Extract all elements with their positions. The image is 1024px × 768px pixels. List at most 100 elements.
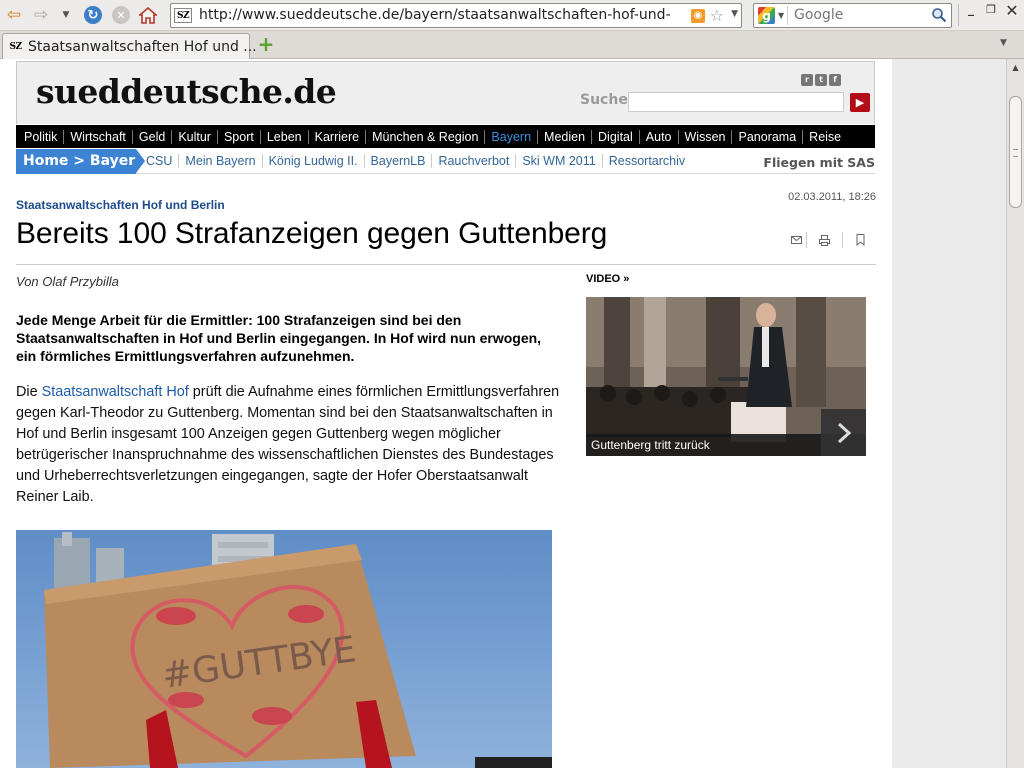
url-text[interactable]: http://www.sueddeutsche.de/bayern/staats… [199, 7, 671, 23]
nav-item[interactable]: Wissen [679, 129, 733, 144]
print-button[interactable] [806, 232, 842, 248]
subnav-link[interactable]: Ressortarchiv [601, 154, 691, 168]
main-navigation: Politik Wirtschaft Geld Kultur Sport Leben Kar… [16, 125, 875, 148]
chevron-down-icon[interactable]: ▼ [731, 9, 738, 19]
scrollbar-thumb[interactable] [1009, 96, 1022, 208]
back-button[interactable]: ⇦ [3, 5, 25, 25]
minimize-button[interactable]: _ [963, 2, 979, 22]
stop-icon: ✕ [112, 6, 130, 24]
new-tab-button[interactable]: + [257, 34, 275, 54]
scroll-up-arrow[interactable]: ▲ [1007, 59, 1024, 76]
page-background-right [892, 59, 1006, 768]
subnav-link[interactable]: Mein Bayern [178, 154, 261, 168]
close-button[interactable]: ✕ [1005, 1, 1019, 21]
byline: Von Olaf Przybilla [16, 274, 119, 289]
rss-icon[interactable]: r [801, 74, 813, 86]
article-lead: Jede Menge Arbeit für die Ermittler: 100… [16, 312, 542, 364]
print-icon [819, 234, 830, 246]
home-icon [139, 6, 157, 24]
tab-active[interactable]: SZ Staatsanwaltschaften Hof und ... [2, 33, 257, 60]
tab-title: Staatsanwaltschaften Hof und ... [28, 39, 257, 55]
plus-icon: + [257, 32, 275, 56]
twitter-icon[interactable]: t [815, 74, 827, 86]
history-dropdown-button[interactable]: ▼ [58, 5, 74, 25]
forward-arrow-icon: ⇨ [33, 4, 49, 25]
article-image[interactable]: #GUTTBYE [16, 530, 552, 768]
video-teaser[interactable]: Guttenberg tritt zurück [586, 297, 866, 456]
reload-button[interactable]: ↻ [82, 5, 104, 25]
play-icon [837, 422, 851, 443]
vertical-scrollbar[interactable]: ▲ [1006, 59, 1024, 768]
reload-icon: ↻ [84, 6, 102, 24]
mail-icon [790, 236, 802, 244]
stop-button[interactable]: ✕ [110, 5, 132, 25]
page-title: Bereits 100 Strafanzeigen gegen Guttenbe… [16, 217, 608, 250]
body-text-rest: prüft die Aufnahme eines förmlichen Ermi… [16, 384, 560, 505]
back-arrow-icon: ⇦ [6, 4, 22, 25]
divider [16, 264, 876, 265]
search-engine-selector[interactable]: g ▼ [756, 6, 788, 25]
site-logo[interactable]: sueddeutsche.de [36, 72, 337, 111]
nav-item[interactable]: Sport [218, 129, 261, 144]
video-section-label[interactable]: VIDEO » [586, 273, 629, 285]
nav-item[interactable]: Leben [261, 129, 309, 144]
nav-item[interactable]: Wirtschaft [64, 129, 133, 144]
browser-search-bar[interactable]: g ▼ [753, 3, 952, 28]
nav-item[interactable]: Bayern [485, 129, 539, 144]
site-search-input[interactable] [628, 92, 844, 112]
subnav-links: CSU Mein Bayern König Ludwig II. BayernLB Ra… [140, 154, 691, 168]
maximize-button[interactable]: ❐ [984, 3, 998, 19]
article-date: 02.03.2011, 18:26 [788, 191, 876, 203]
forward-button[interactable]: ⇨ [30, 5, 52, 25]
close-icon: ✕ [1005, 1, 1019, 20]
nav-item[interactable]: Auto [640, 129, 679, 144]
body-text-prefix: Die [16, 384, 42, 400]
play-arrow-icon: ▶ [855, 96, 865, 109]
chevron-down-icon: ▼ [62, 9, 70, 20]
browser-search-input[interactable] [794, 7, 924, 23]
sub-navigation: Home > Bayern CSU Mein Bayern König Ludwig… [16, 148, 875, 174]
home-button[interactable] [137, 5, 159, 25]
subnav-link[interactable]: BayernLB [363, 154, 432, 168]
nav-item[interactable]: Karriere [309, 129, 367, 144]
sponsor-link[interactable]: Fliegen mit SAS [763, 155, 875, 170]
chevron-down-icon: ▼ [778, 11, 785, 20]
image-caption-tab[interactable] [475, 757, 552, 768]
star-icon[interactable]: ☆ [710, 6, 724, 25]
protest-sign-photo: #GUTTBYE [16, 530, 552, 768]
nav-item[interactable]: Kultur [172, 129, 218, 144]
subnav-link[interactable]: König Ludwig II. [261, 154, 364, 168]
article-body: Die Staatsanwaltschaft Hof prüft die Auf… [16, 382, 560, 508]
site-search-button[interactable]: ▶ [850, 93, 870, 112]
bookmark-button[interactable] [842, 232, 878, 248]
nav-item[interactable]: München & Region [366, 129, 486, 144]
browser-toolbar: ⇦ ⇨ ▼ ↻ ✕ SZ http://www.sueddeutsche.de/… [0, 0, 1024, 31]
address-bar[interactable]: SZ http://www.sueddeutsche.de/bayern/sta… [170, 3, 742, 28]
subnav-link[interactable]: Rauchverbot [431, 154, 515, 168]
nav-item[interactable]: Panorama [732, 129, 804, 144]
article-kicker: Staatsanwaltschaften Hof und Berlin [16, 198, 225, 212]
tab-list-button[interactable]: ▼ [1000, 38, 1007, 48]
tab-bar: SZ Staatsanwaltschaften Hof und ... + ▼ [0, 31, 1024, 60]
mail-button[interactable] [786, 232, 806, 248]
breadcrumb[interactable]: Home > Bayern [16, 149, 145, 174]
play-button[interactable] [821, 409, 866, 456]
site-header: sueddeutsche.de r t f Suche ▶ [16, 61, 875, 124]
facebook-icon[interactable]: f [829, 74, 841, 86]
nav-item[interactable]: Digital [592, 129, 640, 144]
magnifier-icon [932, 8, 947, 23]
site-favicon: SZ [9, 41, 22, 52]
page-viewport: sueddeutsche.de r t f Suche ▶ Politik Wir… [0, 59, 1006, 768]
subnav-link[interactable]: Ski WM 2011 [515, 154, 601, 168]
scroll-grip [1013, 149, 1018, 157]
nav-item[interactable]: Reise [803, 130, 847, 144]
nav-item[interactable]: Geld [133, 129, 173, 144]
nav-item[interactable]: Medien [538, 129, 593, 144]
google-icon: g [758, 7, 775, 24]
bookmark-icon [856, 234, 865, 246]
rss-icon[interactable]: ◉ [691, 9, 705, 23]
body-link[interactable]: Staatsanwaltschaft Hof [42, 384, 189, 400]
nav-item[interactable]: Politik [18, 129, 65, 144]
search-button[interactable] [930, 6, 948, 24]
subnav-link[interactable]: CSU [140, 154, 178, 168]
